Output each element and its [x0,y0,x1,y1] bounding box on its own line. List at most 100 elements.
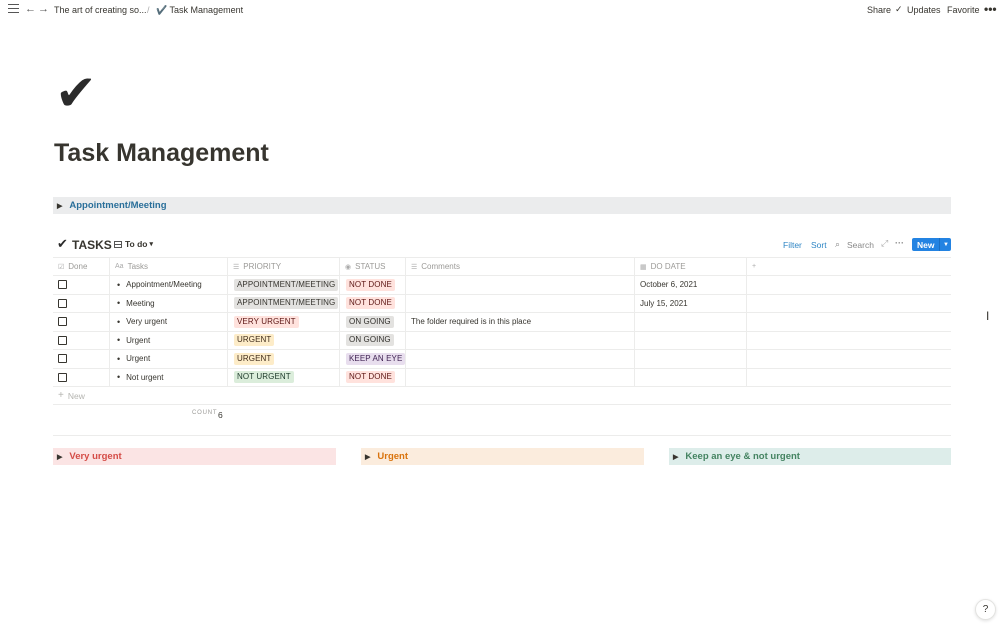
toggle-keep-an-eye[interactable]: ▶ Keep an eye & not urgent [669,448,951,465]
task-cell[interactable]: • Meeting [110,294,228,312]
task-cell[interactable]: • Urgent [110,331,228,349]
comment-text: The folder required is in this place [411,317,532,327]
done-checkbox[interactable] [58,298,67,308]
view-tab-to-do[interactable]: To do ▾ [114,239,153,249]
done-cell [53,276,110,294]
status-cell[interactable]: ON GOING [340,313,406,331]
column-header-comments[interactable]: ☰ Comments [406,258,635,275]
column-header-label: Tasks [127,262,149,271]
done-checkbox[interactable] [58,280,67,290]
done-cell [53,294,110,312]
done-checkbox[interactable] [58,372,67,382]
help-button[interactable]: ? [975,599,996,620]
favorite-button[interactable]: Favorite [947,5,980,15]
add-column-button[interactable]: + [747,258,951,275]
breadcrumb-parent[interactable]: The art of creating so... [54,5,147,15]
priority-cell[interactable]: VERY URGENT [228,313,340,331]
table-row[interactable]: • Very urgent VERY URGENT ON GOING The fo… [53,313,951,332]
status-cell[interactable]: ON GOING [340,331,406,349]
triangle-right-icon[interactable]: ▶ [365,453,370,461]
comments-cell[interactable] [406,368,635,386]
column-header-do-date[interactable]: ▦ DO DATE [635,258,747,275]
status-cell[interactable]: NOT DONE [340,294,406,312]
filter-button[interactable]: Filter [783,240,802,250]
triangle-right-icon[interactable]: ▶ [57,453,62,461]
table-row[interactable]: • Meeting APPOINTMENT/MEETING NOT DONE Ju… [53,294,951,313]
priority-tag: NOT URGENT [234,371,294,384]
add-new-row-button[interactable]: + New [53,387,951,405]
status-cell[interactable]: NOT DONE [340,276,406,294]
triangle-right-icon[interactable]: ▶ [57,202,62,210]
triangle-right-icon[interactable]: ▶ [673,453,678,461]
toggle-urgent[interactable]: ▶ Urgent [361,448,644,465]
page-title[interactable]: Task Management [54,139,269,168]
breadcrumb-current[interactable]: ✔️ Task Management [156,5,243,16]
comments-cell[interactable] [406,350,635,368]
priority-tag: APPOINTMENT/MEETING [234,297,339,310]
comments-cell[interactable] [406,294,635,312]
page-icon[interactable]: ✔ [55,68,97,118]
do-date-cell[interactable]: October 6, 2021 [635,276,747,294]
view-title[interactable]: TASKS [72,238,112,252]
search-button[interactable]: Search [847,240,874,250]
task-cell[interactable]: • Urgent [110,350,228,368]
status-tag: ON GOING [346,315,394,328]
sort-button[interactable]: Sort [811,240,827,250]
toggle-appointment-meeting[interactable]: ▶ Appointment/Meeting [53,197,951,214]
forward-arrow-icon[interactable]: → [38,3,49,15]
chevron-down-icon: ▾ [149,241,154,248]
updates-button[interactable]: Updates [907,5,941,15]
table-row[interactable]: • Not urgent NOT URGENT NOT DONE [53,368,951,387]
more-options-icon[interactable]: ••• [984,2,997,16]
status-cell[interactable]: KEEP AN EYE [340,350,406,368]
task-cell[interactable]: • Appointment/Meeting [110,276,228,294]
do-date: October 6, 2021 [640,280,698,290]
column-header-priority[interactable]: ☰ PRIORITY [228,258,340,275]
status-cell[interactable]: NOT DONE [340,368,406,386]
column-header-status[interactable]: ◉ STATUS [340,258,406,275]
toggle-label: Appointment/Meeting [69,200,167,211]
new-row-label: New [67,390,85,401]
priority-cell[interactable]: NOT URGENT [228,368,340,386]
status-tag: NOT DONE [346,278,395,291]
task-name: Meeting [126,298,155,308]
do-date-cell[interactable] [635,350,747,368]
task-cell[interactable]: • Very urgent [110,313,228,331]
done-checkbox[interactable] [58,354,67,364]
column-header-done[interactable]: ☑ Done [53,258,110,275]
do-date-cell[interactable] [635,368,747,386]
comments-cell[interactable]: The folder required is in this place [406,313,635,331]
chevron-down-icon[interactable]: ▼ [940,242,949,248]
done-cell [53,368,110,386]
toggle-very-urgent[interactable]: ▶ Very urgent [53,448,336,465]
do-date-cell[interactable] [635,331,747,349]
table-icon [114,240,122,248]
share-button[interactable]: Share [867,5,891,15]
count-label[interactable]: COUNT [192,410,217,416]
priority-cell[interactable]: URGENT [228,331,340,349]
column-header-tasks[interactable]: Aa Tasks [110,258,228,275]
empty-cell [747,332,951,350]
task-cell[interactable]: • Not urgent [110,368,228,386]
priority-cell[interactable]: URGENT [228,350,340,368]
table-row[interactable]: • Appointment/Meeting APPOINTMENT/MEETING… [53,276,951,295]
task-name: Urgent [126,335,151,345]
count-value[interactable]: 6 [218,410,223,420]
do-date-cell[interactable] [635,313,747,331]
expand-icon[interactable]: ⤢ [881,238,888,249]
new-button[interactable]: New ▼ [912,238,951,251]
done-checkbox[interactable] [58,317,67,327]
table-row[interactable]: • Urgent URGENT KEEP AN EYE [53,350,951,369]
menu-icon[interactable] [8,4,19,14]
priority-cell[interactable]: APPOINTMENT/MEETING [228,294,340,312]
table-row[interactable]: • Urgent URGENT ON GOING [53,331,951,350]
comments-cell[interactable] [406,331,635,349]
comments-cell[interactable] [406,276,635,294]
search-icon[interactable]: ⌕ [835,239,840,250]
done-checkbox[interactable] [58,335,67,345]
bullet-icon: • [117,335,121,346]
view-more-icon[interactable]: ··· [895,238,904,248]
priority-cell[interactable]: APPOINTMENT/MEETING [228,276,340,294]
do-date-cell[interactable]: July 15, 2021 [635,294,747,312]
back-arrow-icon[interactable]: ← [25,3,36,15]
